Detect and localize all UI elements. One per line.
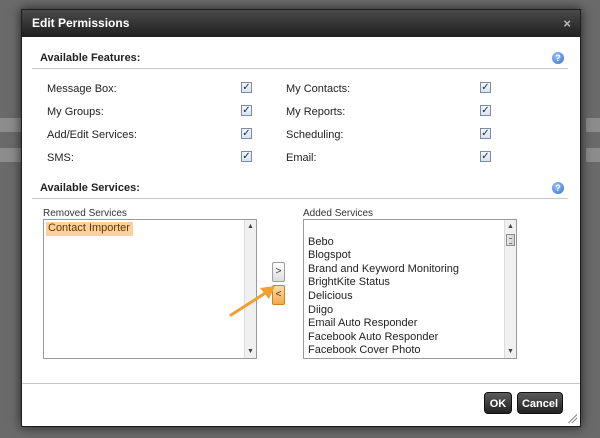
cancel-button[interactable]: Cancel [517, 392, 563, 414]
feature-label-add-edit-services: Add/Edit Services: [47, 129, 137, 141]
list-item[interactable]: Brand and Keyword Monitoring [306, 263, 502, 277]
list-item[interactable]: Blogspot [306, 249, 502, 263]
scroll-down-icon[interactable]: ▼ [245, 346, 256, 357]
list-item[interactable]: Delicious [306, 290, 502, 304]
feature-label-email: Email: [286, 152, 317, 164]
edit-permissions-dialog: Edit Permissions × Available Features: ?… [21, 9, 581, 427]
help-icon[interactable]: ? [552, 52, 564, 64]
features-heading: Available Features: ? [32, 47, 568, 69]
added-list-scrollbar[interactable]: ▲ ▼ [504, 220, 516, 358]
dialog-titlebar[interactable]: Edit Permissions × [22, 10, 580, 37]
services-heading: Available Services: ? [32, 177, 568, 199]
scroll-down-icon[interactable]: ▼ [505, 346, 516, 357]
list-item[interactable]: Bebo [306, 236, 502, 250]
dialog-title: Edit Permissions [32, 16, 130, 30]
checkbox-my-contacts[interactable]: ✓ [480, 82, 491, 93]
feature-label-my-groups: My Groups: [47, 106, 104, 118]
pointer-arrow-icon [229, 286, 275, 317]
added-services-caption: Added Services [303, 208, 374, 219]
list-item[interactable]: BrightKite Status [306, 276, 502, 290]
scroll-up-icon[interactable]: ▲ [245, 221, 256, 232]
scroll-up-icon[interactable]: ▲ [505, 221, 516, 232]
services-heading-label: Available Services: [40, 182, 140, 194]
backdrop-fragment [0, 118, 22, 132]
checkbox-email[interactable]: ✓ [480, 151, 491, 162]
list-item[interactable]: Diigo [306, 304, 502, 318]
checkbox-scheduling[interactable]: ✓ [480, 128, 491, 139]
checkbox-my-groups[interactable]: ✓ [241, 105, 252, 116]
removed-services-list[interactable]: Contact Importer ▲ ▼ [43, 219, 257, 359]
list-item[interactable] [306, 222, 502, 236]
checkbox-my-reports[interactable]: ✓ [480, 105, 491, 116]
close-icon[interactable]: × [563, 10, 571, 37]
feature-label-my-reports: My Reports: [286, 106, 346, 118]
scroll-thumb[interactable] [506, 234, 515, 246]
help-icon[interactable]: ? [552, 182, 564, 194]
feature-label-message-box: Message Box: [47, 83, 117, 95]
add-service-button[interactable]: > [272, 262, 285, 282]
checkbox-add-edit-services[interactable]: ✓ [241, 128, 252, 139]
feature-label-scheduling: Scheduling: [286, 129, 344, 141]
feature-label-my-contacts: My Contacts: [286, 83, 351, 95]
backdrop-fragment [586, 148, 600, 162]
list-item[interactable]: Email Auto Responder [306, 317, 502, 331]
footer-divider [22, 383, 580, 384]
backdrop-fragment [0, 148, 22, 162]
resize-grip-icon[interactable] [567, 413, 577, 423]
list-item[interactable]: Contact Importer [46, 222, 133, 236]
feature-label-sms: SMS: [47, 152, 74, 164]
ok-button[interactable]: OK [484, 392, 512, 414]
removed-services-caption: Removed Services [43, 208, 127, 219]
list-item[interactable]: Facebook Cover Photo [306, 344, 502, 358]
backdrop-fragment [586, 118, 600, 132]
added-services-list[interactable]: Bebo Blogspot Brand and Keyword Monitori… [303, 219, 517, 359]
features-heading-label: Available Features: [40, 52, 141, 64]
list-item[interactable]: Facebook Auto Responder [306, 331, 502, 345]
checkbox-sms[interactable]: ✓ [241, 151, 252, 162]
checkbox-message-box[interactable]: ✓ [241, 82, 252, 93]
